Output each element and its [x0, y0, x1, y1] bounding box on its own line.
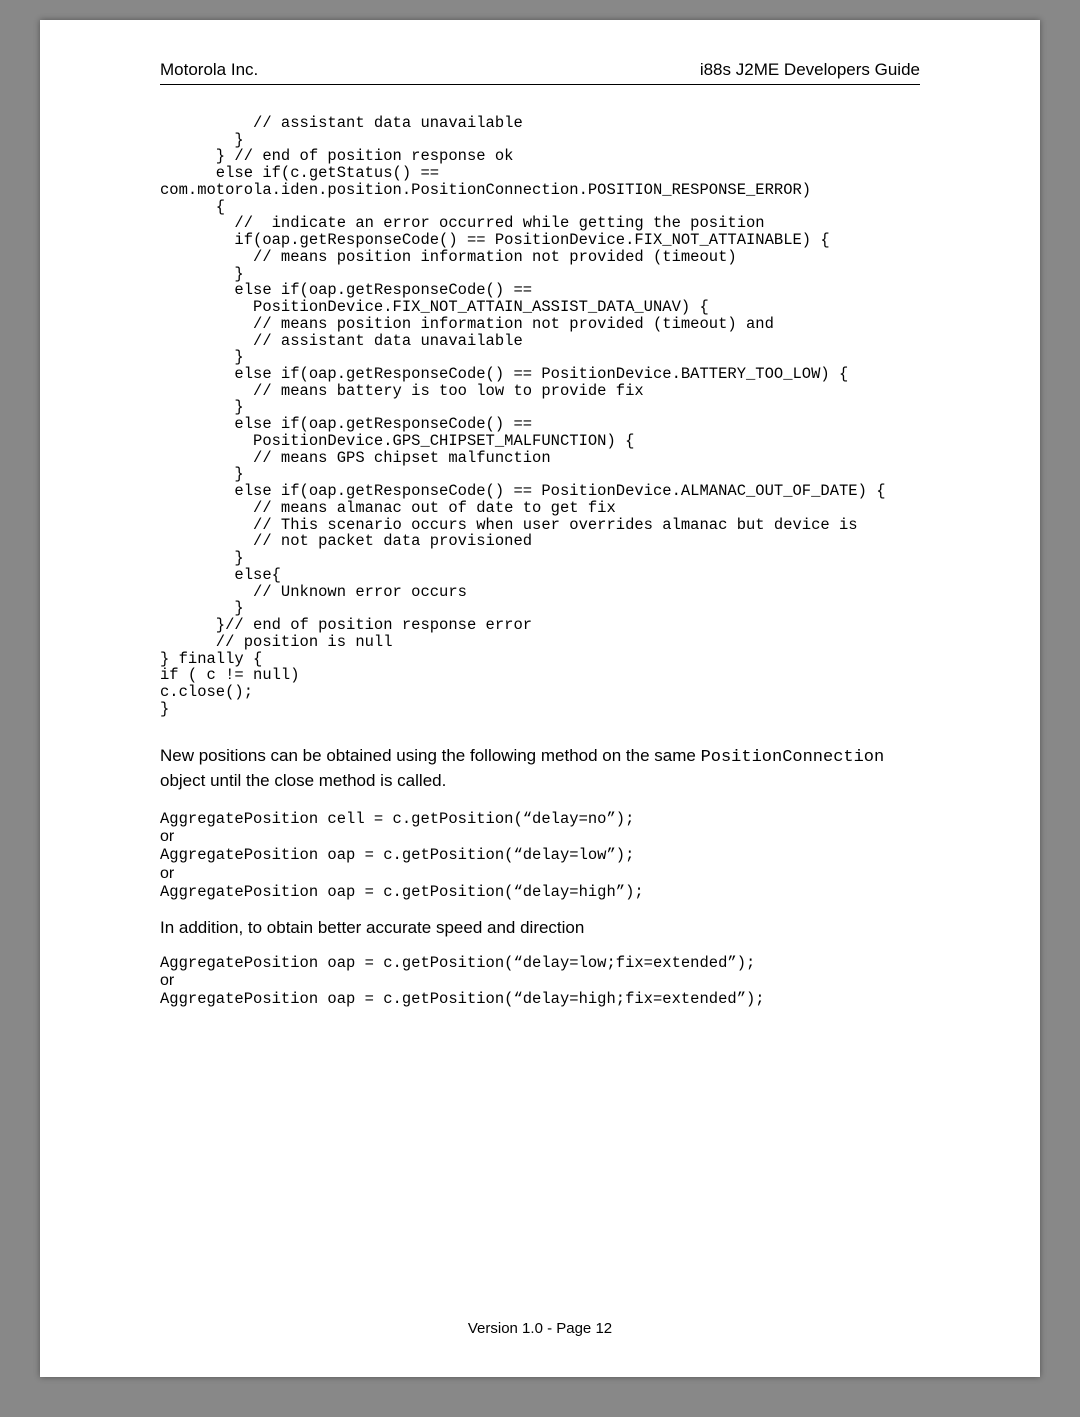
code-snippet-delay-low: AggregatePosition oap = c.getPosition(“d… — [160, 846, 980, 865]
inline-code-positionconnection: PositionConnection — [701, 748, 885, 767]
paragraph-text-a: New positions can be obtained using the … — [160, 746, 701, 765]
code-snippet-delay-high: AggregatePosition oap = c.getPosition(“d… — [160, 883, 980, 902]
header-right: i88s J2ME Developers Guide — [700, 60, 920, 80]
code-snippet-low-extended: AggregatePosition oap = c.getPosition(“d… — [160, 954, 980, 973]
paragraph-text-b: object until the close method is called. — [160, 771, 446, 790]
or-label-3: or — [160, 972, 980, 990]
header-divider — [160, 84, 920, 85]
header-left: Motorola Inc. — [160, 60, 258, 80]
page-footer: Version 1.0 - Page 12 — [40, 1320, 1040, 1337]
code-block-main: // assistant data unavailable } } // end… — [160, 115, 980, 717]
or-label-1: or — [160, 828, 980, 846]
code-snippet-delay-no: AggregatePosition cell = c.getPosition(“… — [160, 810, 980, 829]
paragraph-new-positions: New positions can be obtained using the … — [160, 745, 920, 791]
code-snippet-high-extended: AggregatePosition oap = c.getPosition(“d… — [160, 990, 980, 1009]
document-page: Motorola Inc. i88s J2ME Developers Guide… — [40, 20, 1040, 1377]
page-header: Motorola Inc. i88s J2ME Developers Guide — [100, 60, 980, 80]
paragraph-speed-direction: In addition, to obtain better accurate s… — [160, 917, 920, 939]
or-label-2: or — [160, 865, 980, 883]
